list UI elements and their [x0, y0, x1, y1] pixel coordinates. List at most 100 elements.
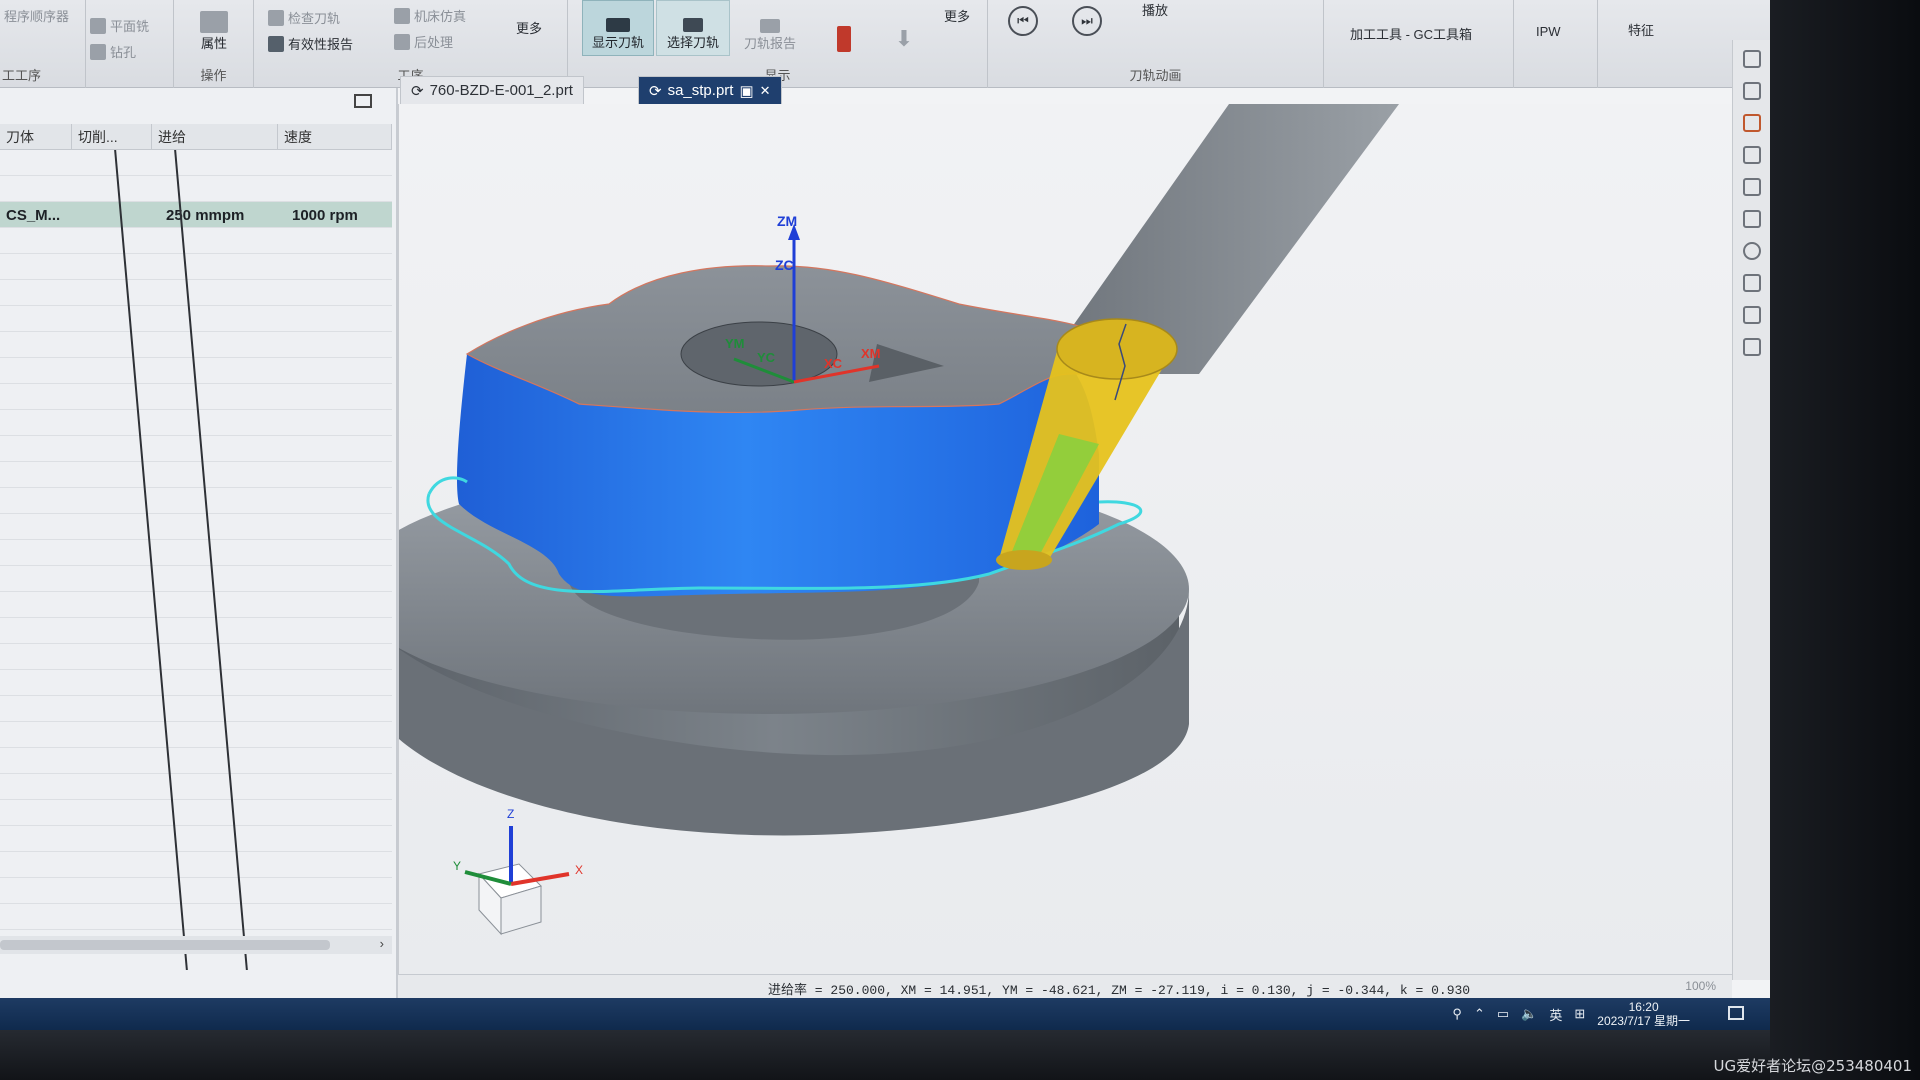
watermark: UG爱好者论坛@253480401 [1713, 1057, 1913, 1075]
table-row[interactable] [0, 306, 392, 332]
path-report-icon [760, 19, 780, 33]
modified-icon: ▣ [739, 82, 754, 100]
table-row[interactable] [0, 566, 392, 592]
step-forward-button[interactable]: ⏭ [1072, 6, 1102, 36]
table-row[interactable] [0, 904, 392, 930]
table-row[interactable] [0, 852, 392, 878]
maximize-icon[interactable] [354, 94, 372, 108]
operation-navigator: 刀体 切削... 进给 速度 CS_M... 250 mmpm 1000 rpm [0, 88, 398, 1030]
table-row-selected[interactable]: CS_M... 250 mmpm 1000 rpm [0, 202, 392, 228]
graphics-viewport[interactable]: ZM ZC YM YC XC XM Z X Y [398, 104, 1732, 974]
ime-indicator[interactable]: 英 [1549, 1005, 1562, 1024]
scroll-right-icon[interactable]: › [380, 936, 384, 951]
part-file-icon: ⟳ [649, 82, 662, 100]
table-row[interactable] [0, 644, 392, 670]
history-icon[interactable] [1743, 274, 1761, 292]
measure-icon[interactable] [1743, 306, 1761, 324]
table-row[interactable] [0, 696, 392, 722]
table-row[interactable] [0, 540, 392, 566]
geometry-icon[interactable] [1743, 146, 1761, 164]
table-row[interactable] [0, 254, 392, 280]
attribute-icon [200, 11, 228, 33]
table-row[interactable] [0, 878, 392, 904]
people-icon[interactable]: ⚲ [1452, 1006, 1462, 1022]
validity-report-button[interactable]: 有效性报告 [268, 34, 353, 53]
machine-sim-icon [394, 7, 410, 24]
sequencer-button[interactable]: 程序顺序器 [4, 6, 69, 25]
display-more-button[interactable]: 更多 [944, 6, 970, 25]
close-icon[interactable]: ✕ [760, 83, 771, 99]
tool-view-icon[interactable] [1743, 210, 1761, 228]
col-header-feed[interactable]: 进给 [152, 124, 278, 150]
drill-icon [90, 43, 106, 60]
feature-button[interactable]: 特征 [1628, 20, 1654, 39]
machine-tool-icon[interactable] [1743, 114, 1761, 132]
table-row[interactable] [0, 280, 392, 306]
path-report-button[interactable]: 刀轨报告 [734, 0, 806, 56]
label-xm: XM [861, 346, 881, 361]
network-icon[interactable]: ▭ [1497, 1006, 1509, 1022]
ipw-button[interactable]: IPW [1536, 24, 1561, 39]
arrow-down-button[interactable]: ⬇ [880, 0, 928, 56]
volume-icon[interactable]: 🔈 [1521, 1006, 1537, 1022]
table-row[interactable] [0, 436, 392, 462]
tab-760-bzd[interactable]: ⟳ 760-BZD-E-001_2.prt [400, 76, 584, 104]
table-row[interactable] [0, 228, 392, 254]
machine-sim-button[interactable]: 机床仿真 [394, 6, 466, 25]
fit-view-icon[interactable] [1743, 178, 1761, 196]
label-ym: YM [725, 336, 745, 351]
table-row[interactable] [0, 592, 392, 618]
table-row[interactable] [0, 462, 392, 488]
table-row[interactable] [0, 150, 392, 176]
table-row[interactable] [0, 800, 392, 826]
layer-icon[interactable] [1743, 338, 1761, 356]
screen: 程序顺序器 工工序 平面铣 钻孔 属性 操作 检查刀轨 有效性报告 机床仿真 后… [0, 0, 1770, 1030]
scrollbar-thumb[interactable] [0, 940, 330, 950]
table-row[interactable] [0, 722, 392, 748]
drill-button[interactable]: 钻孔 [90, 42, 136, 61]
table-row[interactable] [0, 488, 392, 514]
tool-display-button[interactable] [814, 0, 874, 56]
tab-sa-stp[interactable]: ⟳ sa_stp.prt ▣ ✕ [638, 76, 782, 104]
chevron-up-icon[interactable]: ⌃ [1474, 1006, 1485, 1022]
label-yc: YC [757, 350, 776, 365]
attribute-button[interactable]: 属性 [184, 0, 244, 56]
table-row[interactable] [0, 410, 392, 436]
tool-lib-button[interactable]: 加工工具 - GC工具箱 [1350, 24, 1472, 43]
postprocess-button[interactable]: 后处理 [394, 32, 453, 51]
select-path-button[interactable]: 选择刀轨 [656, 0, 730, 56]
table-row[interactable] [0, 514, 392, 540]
table-row[interactable] [0, 332, 392, 358]
play-icon[interactable] [1743, 242, 1761, 260]
play-button[interactable]: 播放 [1142, 0, 1168, 19]
check-path-button[interactable]: 检查刀轨 [268, 8, 340, 27]
keyboard-icon[interactable]: ⊞ [1574, 1006, 1585, 1022]
ribbon: 程序顺序器 工工序 平面铣 钻孔 属性 操作 检查刀轨 有效性报告 机床仿真 后… [0, 0, 1770, 88]
table-row[interactable] [0, 826, 392, 852]
op-more-button[interactable]: 更多 [516, 18, 542, 37]
clock[interactable]: 16:20 2023/7/17 星期一 [1597, 1000, 1690, 1028]
table-row[interactable] [0, 670, 392, 696]
table-row[interactable] [0, 618, 392, 644]
view-triad[interactable]: Z X Y [453, 807, 583, 936]
planar-mill-button[interactable]: 平面铣 [90, 16, 149, 35]
navigator-scrollbar[interactable]: › [0, 936, 392, 954]
navigator-icon[interactable] [1743, 50, 1761, 68]
step-back-icon: ⏮ [1017, 13, 1029, 28]
table-row[interactable] [0, 774, 392, 800]
windows-taskbar: ⚲ ⌃ ▭ 🔈 英 ⊞ 16:20 2023/7/17 星期一 [0, 998, 1770, 1030]
table-row[interactable] [0, 176, 392, 202]
notification-icon[interactable] [1728, 1006, 1744, 1020]
step-forward-icon: ⏭ [1081, 13, 1093, 28]
zoom-level[interactable]: 100% [1685, 979, 1716, 993]
triad-x-label: X [575, 863, 583, 877]
table-row[interactable] [0, 748, 392, 774]
planar-mill-icon [90, 17, 106, 34]
col-header-speed[interactable]: 速度 [278, 124, 392, 150]
left-group-label: 工工序 [2, 68, 42, 83]
col-header-tool[interactable]: 刀体 [0, 124, 72, 150]
col-header-cut[interactable]: 切削... [72, 124, 152, 150]
part-nav-icon[interactable] [1743, 82, 1761, 100]
step-back-button[interactable]: ⏮ [1008, 6, 1038, 36]
show-path-button[interactable]: 显示刀轨 [582, 0, 654, 56]
